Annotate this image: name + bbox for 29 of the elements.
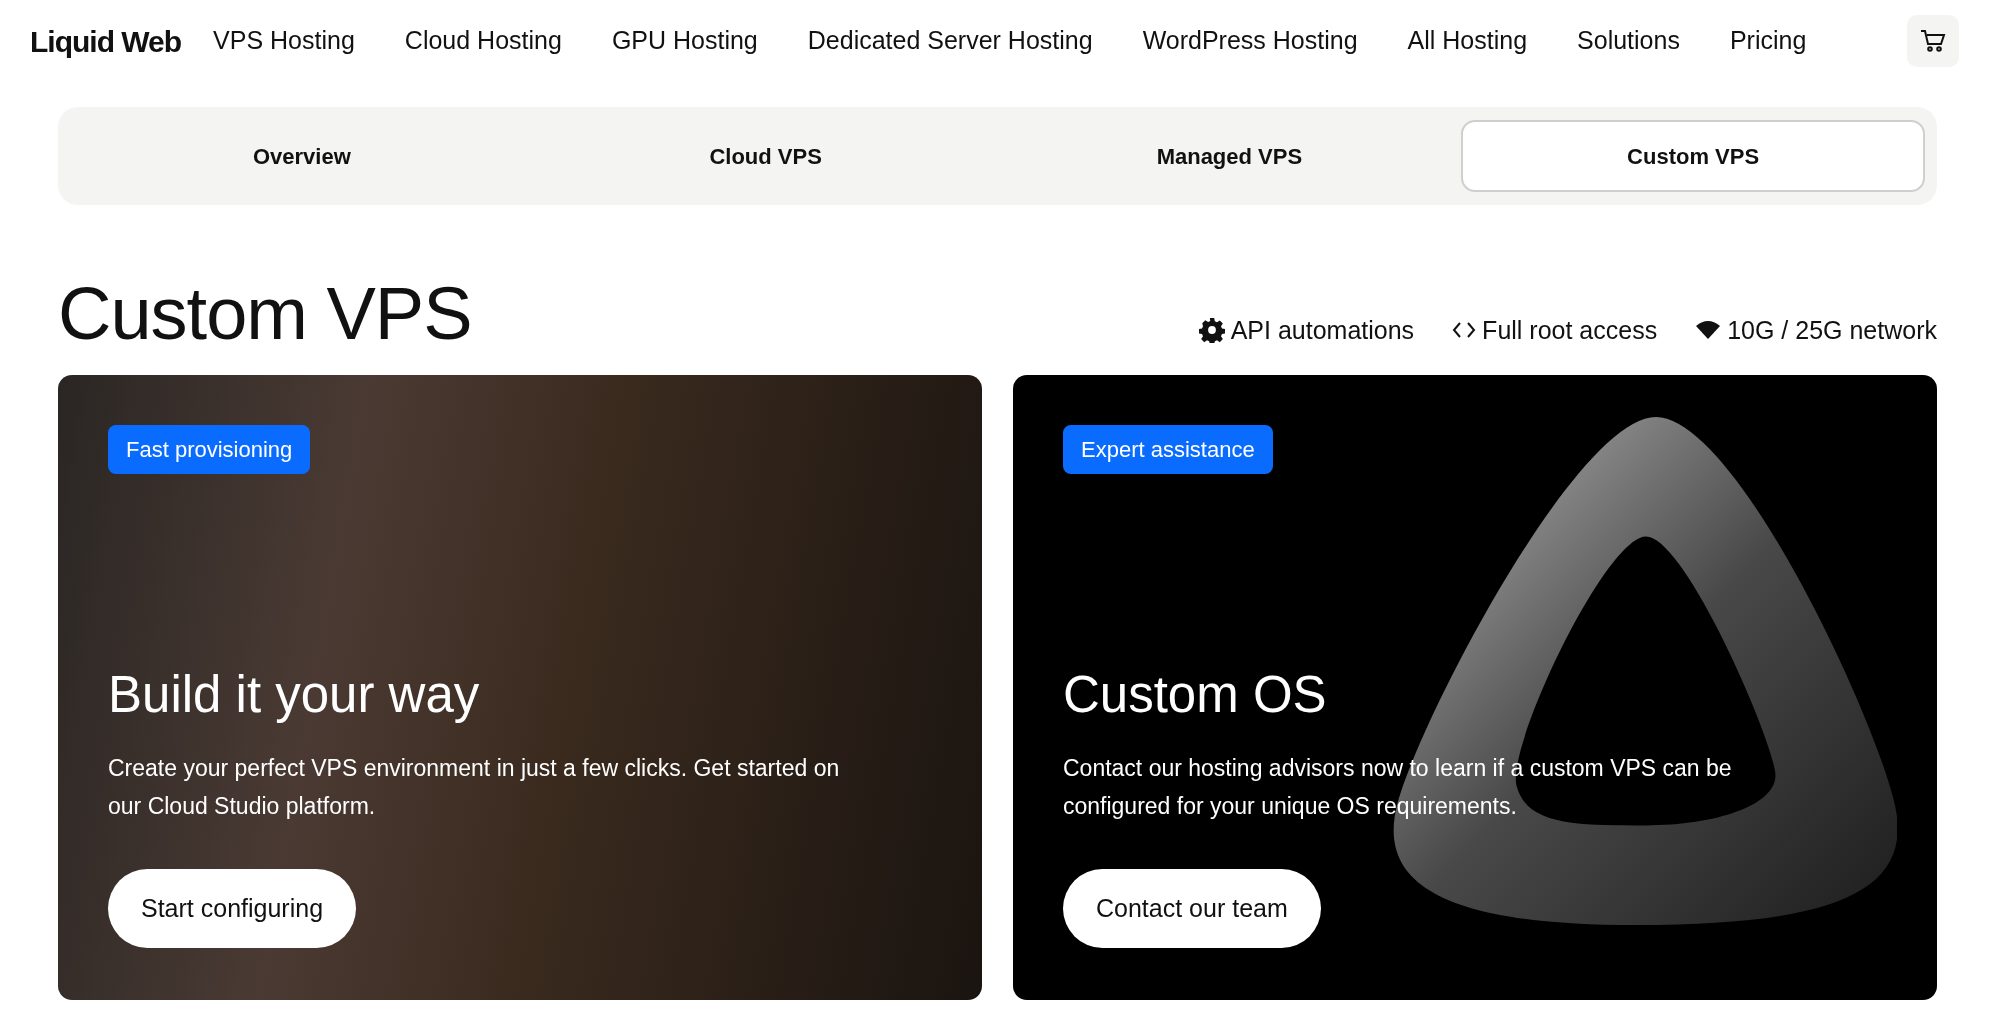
gear-icon: [1198, 317, 1225, 344]
badge: Fast provisioning: [108, 425, 311, 474]
nav-link[interactable]: Dedicated Server Hosting: [807, 22, 1093, 60]
cta-button[interactable]: Contact our team: [1063, 869, 1321, 948]
nav-link[interactable]: GPU Hosting: [611, 22, 758, 60]
feature-label: Full root access: [1482, 314, 1658, 346]
nav-link[interactable]: WordPress Hosting: [1142, 22, 1358, 60]
nav-link[interactable]: Pricing: [1729, 22, 1807, 60]
feature-label: 10G / 25G network: [1727, 314, 1937, 346]
nav-link[interactable]: VPS Hosting: [213, 22, 355, 60]
card-heading: Custom OS: [1063, 665, 1327, 726]
tab[interactable]: Custom VPS: [1461, 120, 1925, 192]
tab[interactable]: Managed VPS: [997, 120, 1462, 192]
card-description: Create your perfect VPS environment in just a few clicks. Get started on our Cloud Studio platform.: [108, 754, 841, 821]
logo[interactable]: Liquid Web: [30, 18, 182, 64]
tab[interactable]: Cloud VPS: [533, 120, 998, 192]
cart-icon: [1920, 29, 1946, 53]
wifi-icon: [1695, 320, 1722, 341]
cta-button[interactable]: Start configuring: [108, 869, 357, 948]
nav-link[interactable]: Cloud Hosting: [404, 22, 562, 60]
badge: Expert assistance: [1063, 425, 1273, 474]
tab[interactable]: Overview: [70, 120, 534, 192]
nav-link[interactable]: Solutions: [1577, 22, 1680, 60]
cart-button[interactable]: [1907, 15, 1959, 67]
card-description: Contact our hosting advisors now to learn if a custom VPS can be configured for your unique OS requirements.: [1063, 754, 1733, 821]
card-heading: Build it your way: [108, 665, 480, 726]
nav-link[interactable]: All Hosting: [1407, 22, 1528, 60]
page-title: Custom VPS: [58, 277, 472, 351]
feature-label: API automations: [1230, 314, 1415, 346]
